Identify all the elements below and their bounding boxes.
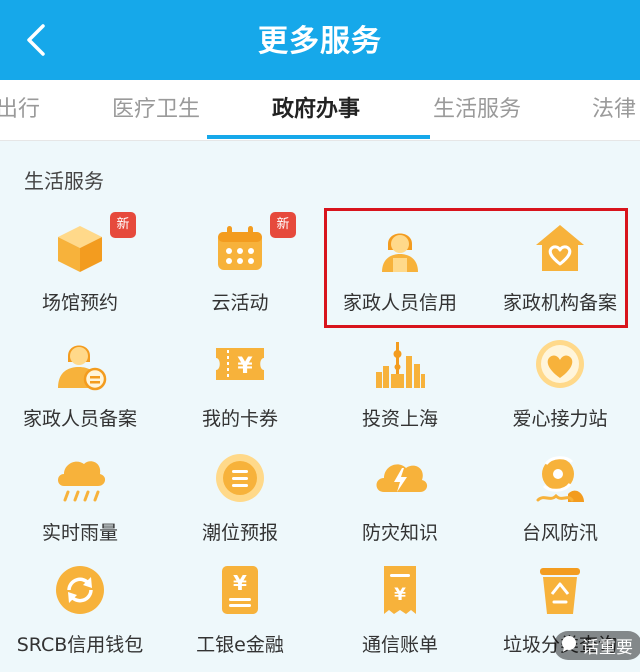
- service-cloud-activity[interactable]: 新 云活动: [160, 212, 320, 330]
- service-label: 投资上海: [361, 408, 438, 430]
- yuan-card-icon: ¥: [222, 566, 258, 614]
- calendar-icon: [218, 226, 262, 270]
- page-title: 更多服务: [258, 24, 382, 59]
- service-label: 潮位预报: [201, 522, 278, 544]
- svg-text:¥: ¥: [237, 354, 253, 379]
- heart-circle-icon: [536, 340, 584, 388]
- section-title: 生活服务: [24, 169, 104, 193]
- tab-government[interactable]: 政府办事: [272, 80, 360, 140]
- service-srcb-wallet[interactable]: SRCB信用钱包: [0, 562, 160, 672]
- service-realtime-rainfall[interactable]: 实时雨量: [0, 450, 160, 560]
- service-my-coupons[interactable]: ¥ 我的卡券: [160, 336, 320, 446]
- top-bar: 更多服务: [0, 0, 640, 80]
- active-tab-indicator: [207, 135, 430, 139]
- rain-cloud-icon: [58, 461, 106, 502]
- chat-bubble-icon: [562, 636, 576, 652]
- service-label: 防灾知识: [361, 522, 438, 544]
- service-label: 工银e金融: [196, 634, 284, 656]
- new-badge: 新: [110, 212, 136, 238]
- category-tab-bar: 出行 医疗卫生 政府办事 生活服务 法律: [0, 80, 640, 141]
- service-invest-shanghai[interactable]: 投资上海: [320, 336, 480, 446]
- tide-circle-icon: [216, 454, 264, 502]
- person-stamp-icon: [58, 345, 107, 391]
- lightning-cloud-icon: [376, 464, 428, 492]
- service-typhoon-flood[interactable]: 台风防汛: [480, 450, 640, 560]
- tab-medical[interactable]: 医疗卫生: [112, 80, 200, 140]
- cube-box-icon: [58, 226, 102, 272]
- service-icbc-efinance[interactable]: ¥ 工银e金融: [160, 562, 320, 672]
- service-housekeeper-registration[interactable]: 家政人员备案: [0, 336, 160, 446]
- tab-life-services[interactable]: 生活服务: [433, 80, 521, 140]
- watermark: 话重要: [554, 631, 640, 660]
- refresh-wallet-icon: [56, 566, 104, 614]
- service-label: 家政人员备案: [22, 408, 137, 430]
- svg-text:¥: ¥: [233, 571, 247, 595]
- service-label: 实时雨量: [41, 522, 118, 544]
- service-tide-forecast[interactable]: 潮位预报: [160, 450, 320, 560]
- service-label: 台风防汛: [521, 522, 598, 544]
- shanghai-skyline-icon: [376, 342, 425, 388]
- typhoon-icon: [536, 456, 584, 502]
- tab-travel[interactable]: 出行: [0, 80, 40, 140]
- service-label: 场馆预约: [41, 292, 118, 314]
- service-venue-booking[interactable]: 新 场馆预约: [0, 212, 160, 330]
- service-love-relay[interactable]: 爱心接力站: [480, 336, 640, 446]
- recycle-bin-icon: [540, 568, 580, 614]
- service-label: SRCB信用钱包: [16, 634, 144, 656]
- svg-text:¥: ¥: [394, 585, 406, 605]
- highlight-box: [324, 208, 628, 328]
- yuan-ticket-icon: ¥: [216, 348, 264, 380]
- service-disaster-knowledge[interactable]: 防灾知识: [320, 450, 480, 560]
- service-telecom-bill[interactable]: ¥ 通信账单: [320, 562, 480, 672]
- bill-receipt-icon: ¥: [384, 566, 416, 614]
- watermark-text: 话重要: [582, 638, 633, 658]
- tab-law[interactable]: 法律: [592, 80, 636, 140]
- service-label: 云活动: [211, 292, 269, 314]
- service-label: 我的卡券: [201, 408, 278, 430]
- service-label: 爱心接力站: [512, 408, 608, 430]
- service-label: 通信账单: [361, 634, 438, 656]
- new-badge: 新: [270, 212, 296, 238]
